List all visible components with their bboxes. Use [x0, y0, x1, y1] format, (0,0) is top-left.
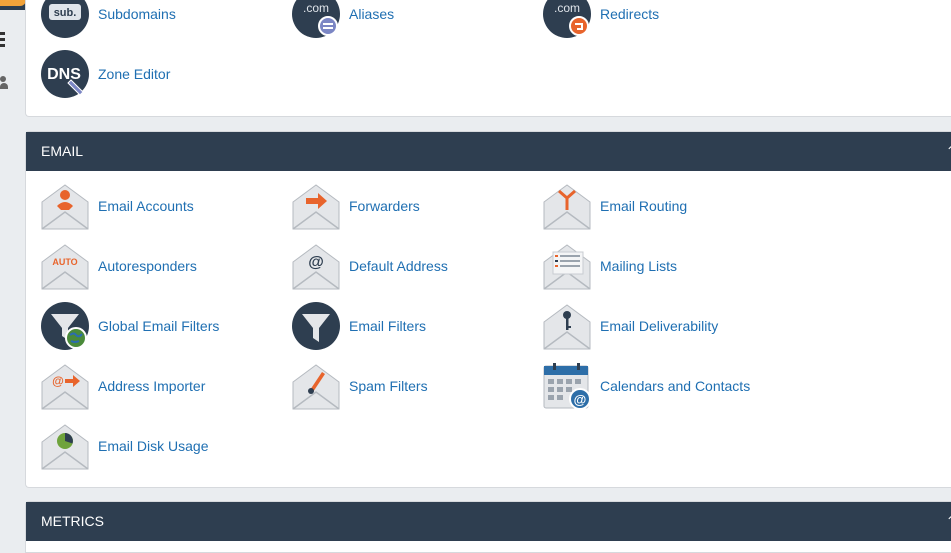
calendars-contacts-link[interactable]: @ Calendars and Contacts	[543, 362, 750, 410]
envelope-import-icon: @	[41, 362, 89, 410]
mailing-lists-link[interactable]: Mailing Lists	[543, 242, 677, 290]
funnel-globe-icon	[41, 302, 89, 350]
email-accounts-link[interactable]: Email Accounts	[41, 182, 194, 230]
spam-filters-link[interactable]: Spam Filters	[292, 362, 428, 410]
chevron-icon[interactable]: ⌃	[946, 132, 951, 171]
autoresponders-link[interactable]: AUTO Autoresponders	[41, 242, 197, 290]
autoresponders-label: Autoresponders	[98, 258, 197, 274]
funnel-icon	[292, 302, 340, 350]
email-panel-title: EMAIL	[41, 143, 84, 159]
envelope-arrow-icon	[292, 182, 340, 230]
envelope-at-icon: @	[292, 242, 340, 290]
svg-text:DNS: DNS	[47, 66, 81, 83]
svg-text:.com: .com	[554, 1, 580, 15]
aliases-link[interactable]: .com Aliases	[292, 0, 394, 38]
spam-filters-label: Spam Filters	[349, 378, 428, 394]
envelope-spam-icon	[292, 362, 340, 410]
metrics-panel-header[interactable]: METRICS ⌃	[26, 502, 951, 541]
default-address-label: Default Address	[349, 258, 448, 274]
envelope-user-icon	[41, 182, 89, 230]
svg-text:AUTO: AUTO	[52, 257, 77, 267]
aliases-icon: .com	[292, 0, 340, 38]
envelope-list-icon	[543, 242, 591, 290]
address-importer-link[interactable]: @ Address Importer	[41, 362, 205, 410]
subdomains-link[interactable]: sub. Subdomains	[41, 0, 176, 38]
email-deliverability-link[interactable]: Email Deliverability	[543, 302, 718, 350]
redirects-label: Redirects	[600, 6, 660, 22]
subdomains-icon: sub.	[41, 0, 89, 38]
envelope-auto-icon: AUTO	[41, 242, 89, 290]
email-routing-label: Email Routing	[600, 198, 688, 214]
email-filters-label: Email Filters	[349, 318, 427, 334]
email-disk-usage-label: Email Disk Usage	[98, 438, 209, 454]
calendar-icon: @	[543, 362, 591, 410]
global-email-filters-link[interactable]: Global Email Filters	[41, 302, 219, 350]
forwarders-link[interactable]: Forwarders	[292, 182, 420, 230]
metrics-panel: METRICS ⌃	[25, 501, 951, 553]
left-rail	[0, 10, 18, 540]
default-address-link[interactable]: @ Default Address	[292, 242, 448, 290]
email-disk-usage-link[interactable]: Email Disk Usage	[41, 422, 208, 470]
global-email-filters-label: Global Email Filters	[98, 318, 220, 334]
svg-text:@: @	[308, 254, 324, 271]
address-importer-label: Address Importer	[98, 378, 206, 394]
email-accounts-label: Email Accounts	[98, 198, 194, 214]
envelope-pie-icon	[41, 422, 89, 470]
dns-icon: DNS	[41, 50, 89, 98]
cpanel-logo[interactable]	[0, 0, 26, 6]
aliases-label: Aliases	[349, 6, 395, 22]
email-filters-link[interactable]: Email Filters	[292, 302, 426, 350]
redirects-icon: .com	[543, 0, 591, 38]
forwarders-label: Forwarders	[349, 198, 420, 214]
svg-text:@: @	[52, 374, 64, 388]
svg-text:@: @	[574, 392, 587, 407]
user-icon[interactable]	[0, 76, 8, 92]
email-deliverability-label: Email Deliverability	[600, 318, 719, 334]
email-panel: EMAIL ⌃ Email Accounts Forwarders Email …	[25, 131, 951, 488]
svg-text:sub.: sub.	[54, 7, 77, 19]
mailing-lists-label: Mailing Lists	[600, 258, 678, 274]
email-routing-link[interactable]: Email Routing	[543, 182, 687, 230]
calendars-contacts-label: Calendars and Contacts	[600, 378, 751, 394]
zone-editor-link[interactable]: DNS Zone Editor	[41, 50, 170, 98]
redirects-link[interactable]: .com Redirects	[543, 0, 659, 38]
zone-editor-label: Zone Editor	[98, 66, 171, 82]
email-panel-header[interactable]: EMAIL ⌃	[26, 132, 951, 171]
envelope-key-icon	[543, 302, 591, 350]
svg-text:.com: .com	[303, 1, 329, 15]
domains-panel: sub. Subdomains .com Aliases .com Redire…	[25, 0, 951, 117]
chevron-icon[interactable]: ⌃	[946, 502, 951, 541]
menu-icon[interactable]	[0, 32, 6, 54]
subdomains-label: Subdomains	[98, 6, 176, 22]
metrics-panel-title: METRICS	[41, 513, 104, 529]
envelope-routing-icon	[543, 182, 591, 230]
